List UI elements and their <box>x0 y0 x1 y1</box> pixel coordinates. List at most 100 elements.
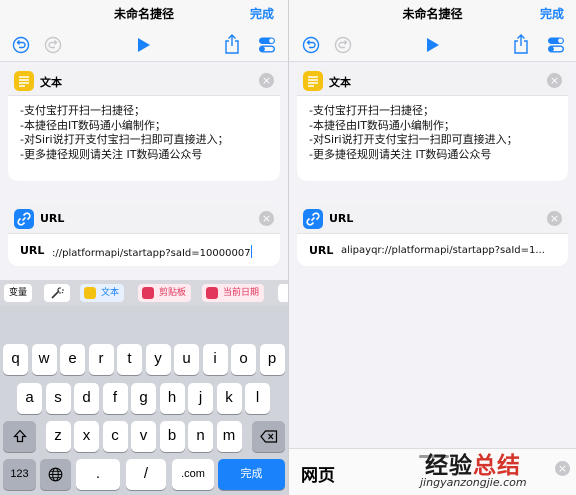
key-p[interactable]: p <box>259 344 285 375</box>
key-q[interactable]: q <box>3 344 28 375</box>
text-line: -本捷径由IT数码通小编制作； <box>20 118 166 132</box>
text-action-icon <box>303 71 323 91</box>
key-x[interactable]: x <box>74 421 99 452</box>
key-e[interactable]: e <box>60 344 85 375</box>
url-card-title: URL <box>40 212 65 225</box>
close-icon[interactable]: × <box>547 211 562 226</box>
redo-icon[interactable] <box>334 36 352 54</box>
text-action-card[interactable]: 文本 × -支付宝打开扫一扫捷径； -本捷径由IT数码通小编制作； -对Siri… <box>297 66 568 181</box>
watermark-url: jingyanzongjie.com <box>420 476 527 489</box>
text-card-header: 文本 × <box>297 66 568 96</box>
key-y[interactable]: y <box>145 344 171 375</box>
text-card-title: 文本 <box>329 76 351 89</box>
key-i[interactable]: i <box>202 344 228 375</box>
url-card-title: URL <box>329 212 354 225</box>
editor-toolbar <box>0 28 288 62</box>
shift-key[interactable] <box>3 421 36 452</box>
url-label: URL <box>309 244 334 257</box>
text-card-header: 文本 × <box>8 66 280 96</box>
key-a[interactable]: a <box>17 383 42 414</box>
url-label: URL <box>20 244 45 257</box>
variables-button[interactable]: 变量 <box>4 284 33 302</box>
url-input[interactable]: ://platformapi/startapp?saId=10000007 <box>52 245 274 259</box>
share-icon[interactable] <box>224 34 240 54</box>
text-card-content[interactable]: -支付宝打开扫一扫捷径； -本捷径由IT数码通小编制作； -对Siri说打开支付… <box>20 104 272 162</box>
key-b[interactable]: b <box>159 421 185 452</box>
nav-bar: 未命名捷径 完成 <box>0 0 288 28</box>
page-title: 未命名捷径 <box>113 7 174 21</box>
url-action-card[interactable]: URL × URL ://platformapi/startapp?saId=1… <box>8 204 280 266</box>
shift-icon <box>12 429 27 443</box>
key-d[interactable]: d <box>74 383 99 414</box>
key-v[interactable]: v <box>131 421 156 452</box>
variable-chip-text[interactable]: 文本 <box>80 284 125 302</box>
panel-title: 网页 <box>301 466 335 486</box>
key-t[interactable]: t <box>117 344 142 375</box>
backspace-key[interactable] <box>252 421 285 452</box>
nav-bar: 未命名捷径 完成 <box>289 0 576 28</box>
variables-bar: 变量 文本 剪贴板 当前日期 <box>0 280 288 306</box>
done-button[interactable]: 完成 <box>250 5 274 22</box>
text-card-content[interactable]: -支付宝打开扫一扫捷径； -本捷径由IT数码通小编制作； -对Siri说打开支付… <box>309 104 560 162</box>
clipboard-icon <box>142 287 154 299</box>
text-mini-icon <box>84 287 96 299</box>
undo-icon[interactable] <box>12 36 30 54</box>
key-k[interactable]: k <box>216 383 242 414</box>
settings-toggle-icon[interactable] <box>547 36 565 54</box>
key-h[interactable]: h <box>159 383 185 414</box>
url-input-text: ://platformapi/startapp?saId=10000007 <box>52 248 251 259</box>
share-icon[interactable] <box>513 34 529 54</box>
globe-icon <box>48 467 63 482</box>
text-action-icon <box>14 71 34 91</box>
close-icon[interactable]: × <box>555 461 570 476</box>
key-c[interactable]: c <box>102 421 128 452</box>
key-u[interactable]: u <box>174 344 199 375</box>
keyboard-done-key[interactable]: 完成 <box>218 459 285 490</box>
key-r[interactable]: r <box>88 344 114 375</box>
magic-wand-icon <box>51 287 64 299</box>
text-card-title: 文本 <box>40 76 62 89</box>
variable-chip-clipboard[interactable]: 剪贴板 <box>138 284 192 302</box>
magic-variable-button[interactable] <box>44 284 70 302</box>
key-o[interactable]: o <box>231 344 256 375</box>
editor-pane-right: 未命名捷径 完成 文本 × -支付宝打开扫一扫捷径； -本捷径由IT数码通小编制… <box>289 0 576 495</box>
close-icon[interactable]: × <box>259 211 274 226</box>
close-icon[interactable]: × <box>259 73 274 88</box>
done-button[interactable]: 完成 <box>540 5 564 22</box>
key-j[interactable]: j <box>188 383 213 414</box>
key-s[interactable]: s <box>45 383 71 414</box>
redo-icon[interactable] <box>44 36 62 54</box>
undo-icon[interactable] <box>302 36 320 54</box>
key-l[interactable]: l <box>245 383 270 414</box>
slash-key[interactable]: / <box>126 459 166 490</box>
variable-chip-current-date[interactable]: 当前日期 <box>202 284 265 302</box>
numbers-key[interactable]: 123 <box>3 459 36 490</box>
url-card-header: URL × <box>297 204 568 234</box>
key-n[interactable]: n <box>188 421 213 452</box>
dot-com-key[interactable]: .com <box>172 459 214 490</box>
text-line: -本捷径由IT数码通小编制作； <box>309 118 455 132</box>
calendar-icon <box>206 287 218 299</box>
text-action-card[interactable]: 文本 × -支付宝打开扫一扫捷径； -本捷径由IT数码通小编制作； -对Siri… <box>8 66 280 181</box>
key-w[interactable]: w <box>31 344 57 375</box>
more-variables-chip[interactable] <box>278 284 288 302</box>
link-icon <box>14 209 34 229</box>
settings-toggle-icon[interactable] <box>258 36 276 54</box>
backspace-icon <box>259 430 277 443</box>
play-icon[interactable] <box>425 36 441 54</box>
url-input[interactable]: alipayqr://platformapi/startapp?saId=1..… <box>341 245 562 256</box>
globe-key[interactable] <box>40 459 71 490</box>
key-m[interactable]: m <box>216 421 242 452</box>
dot-key[interactable]: . <box>76 459 120 490</box>
text-line: -对Siri说打开支付宝扫一扫即可直接进入； <box>20 133 229 146</box>
watermark-title: 经验总结 <box>425 453 521 479</box>
url-action-card[interactable]: URL × URL alipayqr://platformapi/startap… <box>297 204 568 266</box>
key-z[interactable]: z <box>45 421 71 452</box>
editor-toolbar <box>289 28 576 62</box>
play-icon[interactable] <box>136 36 152 54</box>
key-g[interactable]: g <box>131 383 156 414</box>
close-icon[interactable]: × <box>547 73 562 88</box>
text-caret <box>250 245 252 258</box>
keyboard: q w e r t y u i o p a s d f g h j k l z … <box>0 306 288 495</box>
key-f[interactable]: f <box>102 383 128 414</box>
